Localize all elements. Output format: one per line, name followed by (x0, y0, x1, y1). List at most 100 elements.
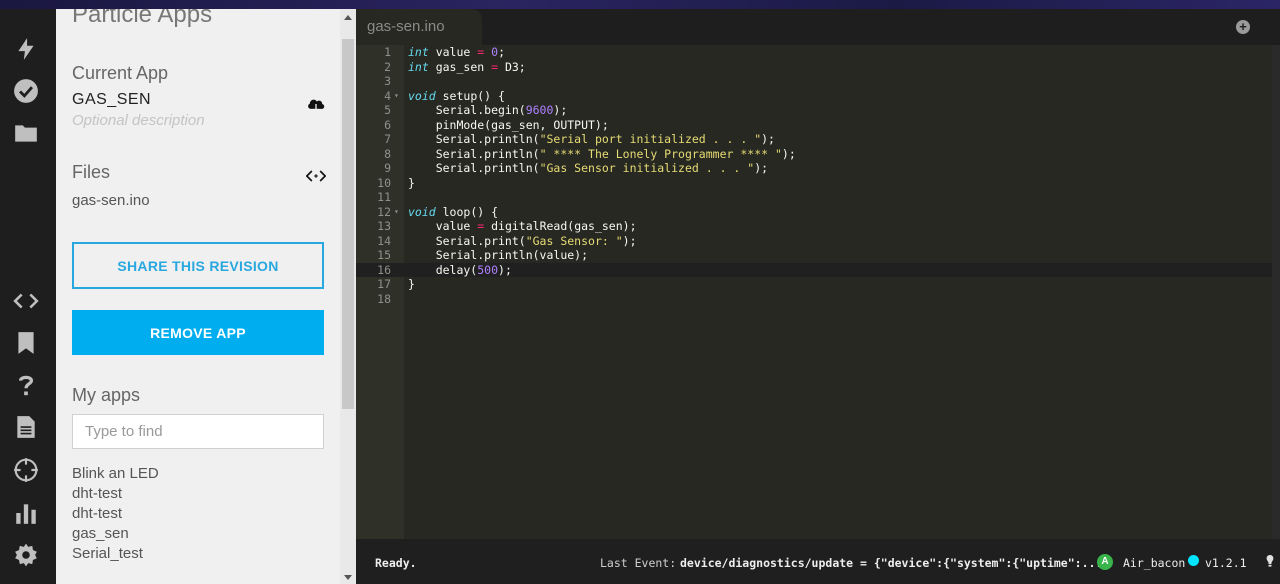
device-badge[interactable]: A (1097, 554, 1113, 570)
top-banner (0, 0, 1280, 9)
code-line[interactable]: 10} (356, 176, 1276, 191)
files-heading: Files (72, 162, 111, 182)
code-line[interactable]: 7 Serial.println("Serial port initialize… (356, 132, 1276, 147)
device-status-dot (1188, 555, 1199, 566)
firmware-version[interactable]: v1.2.1 (1205, 556, 1247, 570)
line-number: 18 (377, 291, 391, 306)
code-line[interactable]: 15 Serial.println(value); (356, 248, 1276, 263)
code-line[interactable]: 17} (356, 277, 1276, 292)
fold-arrow-icon[interactable]: ▾ (394, 89, 399, 104)
line-number: 6 (384, 117, 391, 132)
target-icon[interactable] (12, 456, 40, 484)
code-line[interactable]: 9 Serial.println("Gas Sensor initialized… (356, 161, 1276, 176)
verify-icon[interactable] (12, 77, 40, 105)
cloud-download-icon[interactable] (306, 95, 326, 113)
device-name[interactable]: Air_bacon (1123, 556, 1185, 570)
app-list: Blink an LED dht-test dht-test gas_sen S… (72, 464, 159, 564)
code-line[interactable]: 4 ▾ void setup() { (356, 89, 1276, 104)
line-number: 12 (377, 204, 391, 219)
code-line[interactable]: 11 (356, 190, 1276, 205)
code-text[interactable]: } (408, 176, 415, 191)
share-revision-button[interactable]: SHARE THIS REVISION (72, 242, 324, 289)
app-name[interactable]: GAS_SEN (72, 91, 151, 109)
code-line[interactable]: 6 pinMode(gas_sen, OUTPUT); (356, 118, 1276, 133)
scroll-up-arrow[interactable] (344, 15, 352, 20)
code-text[interactable]: Serial.println("Gas Sensor initialized .… (408, 161, 768, 176)
code-text[interactable]: void loop() { (408, 205, 498, 220)
code-text[interactable]: Serial.println(value); (408, 248, 588, 263)
bookmark-icon[interactable] (12, 329, 40, 357)
app-description[interactable]: Optional description (72, 112, 205, 129)
line-number: 5 (384, 103, 391, 117)
line-number: 4 (384, 88, 391, 103)
code-text[interactable]: Serial.println("Serial port initialized … (408, 132, 775, 147)
code-line[interactable]: 1 int value = 0; (356, 45, 1276, 60)
line-number: 17 (377, 277, 391, 291)
settings-icon[interactable] (12, 541, 40, 569)
code-text[interactable]: int gas_sen = D3; (408, 60, 526, 75)
fold-arrow-icon[interactable]: ▾ (394, 205, 399, 220)
app-list-item[interactable]: dht-test (72, 504, 159, 524)
console-icon[interactable] (12, 499, 40, 527)
line-number: 8 (384, 146, 391, 161)
code-text[interactable]: value = digitalRead(gas_sen); (408, 219, 637, 234)
code-text[interactable]: int value = 0; (408, 45, 505, 60)
line-number: 9 (384, 161, 391, 175)
code-line[interactable]: 2 int gas_sen = D3; (356, 60, 1276, 75)
app-list-item[interactable]: gas_sen (72, 524, 159, 544)
line-number: 13 (377, 219, 391, 233)
status-text: Ready. (375, 556, 417, 570)
current-app-heading: Current App (72, 63, 169, 83)
code-text[interactable]: delay(500); (408, 263, 512, 278)
last-event-text[interactable]: device/diagnostics/update = {"device":{"… (680, 556, 1102, 570)
code-text[interactable]: Serial.print("Gas Sensor: "); (408, 234, 637, 249)
add-file-code-icon[interactable] (306, 168, 326, 184)
code-line[interactable]: 14 Serial.print("Gas Sensor: "); (356, 234, 1276, 249)
code-text[interactable]: Serial.begin(9600); (408, 103, 568, 118)
scroll-down-arrow[interactable] (344, 575, 352, 580)
app-list-item[interactable]: Blink an LED (72, 464, 159, 484)
help-icon[interactable] (12, 371, 40, 399)
scrollbar-thumb[interactable] (342, 39, 354, 409)
code-line[interactable]: 16 delay(500); (356, 262, 1276, 278)
code-line[interactable]: 12 ▾ void loop() { (356, 205, 1276, 220)
code-line[interactable]: 13 value = digitalRead(gas_sen); (356, 219, 1276, 234)
tab-bar: gas-sen.ino + (356, 9, 1280, 45)
app-search-input[interactable] (72, 414, 324, 449)
code-line[interactable]: 3 (356, 74, 1276, 89)
flash-icon[interactable] (12, 35, 40, 63)
last-event-label: Last Event: (600, 556, 677, 570)
panel-scrollbar[interactable] (340, 9, 356, 584)
icon-rail (0, 9, 56, 584)
code-line[interactable]: 8 Serial.println(" **** The Lonely Progr… (356, 147, 1276, 162)
add-tab-icon[interactable]: + (1236, 20, 1250, 34)
line-number: 10 (377, 175, 391, 190)
remove-app-button[interactable]: REMOVE APP (72, 310, 324, 355)
folder-icon[interactable] (12, 119, 40, 147)
tab-gas-sen[interactable]: gas-sen.ino (356, 9, 482, 45)
line-number: 16 (377, 262, 391, 277)
line-number: 2 (384, 59, 391, 74)
docs-icon[interactable] (12, 413, 40, 441)
line-number: 11 (377, 190, 391, 204)
line-number: 1 (384, 45, 391, 59)
app-list-item[interactable]: dht-test (72, 484, 159, 504)
code-line[interactable]: 5 Serial.begin(9600); (356, 103, 1276, 118)
status-bar: Ready. Last Event: device/diagnostics/up… (356, 539, 1280, 584)
app-list-item[interactable]: Serial_test (72, 544, 159, 564)
line-number: 7 (384, 132, 391, 146)
line-number: 14 (377, 233, 391, 248)
code-icon[interactable] (12, 287, 40, 315)
code-editor[interactable]: gas-sen.ino + 1 int value = 0; 2 int gas_se… (356, 9, 1280, 539)
my-apps-heading: My apps (72, 385, 141, 405)
code-text[interactable]: pinMode(gas_sen, OUTPUT); (408, 118, 609, 133)
lightbulb-icon[interactable] (1266, 555, 1274, 567)
editor-scrollbar[interactable] (1272, 45, 1280, 539)
code-text[interactable]: } (408, 277, 415, 292)
file-item[interactable]: gas-sen.ino (72, 192, 150, 209)
code-text[interactable]: void setup() { (408, 89, 505, 104)
code-line[interactable]: 18 (356, 292, 1276, 307)
code-area[interactable]: 1 int value = 0; 2 int gas_sen = D3; 3 4 ▾ void… (356, 45, 1276, 306)
apps-panel: Particle Apps Current App GAS_SEN Option… (56, 9, 356, 584)
code-text[interactable]: Serial.println(" **** The Lonely Program… (408, 147, 796, 162)
